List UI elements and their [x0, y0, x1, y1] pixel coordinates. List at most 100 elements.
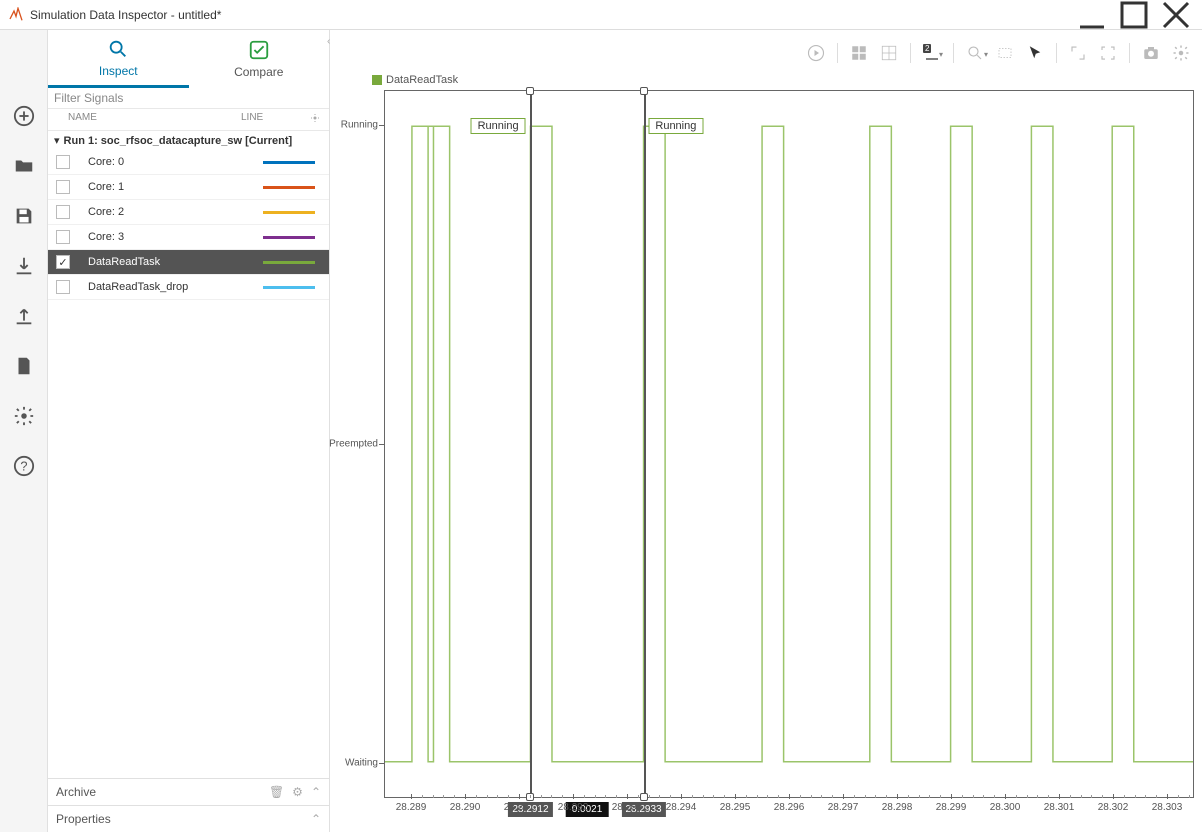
import-button[interactable]: [8, 250, 40, 282]
signal-row[interactable]: Core: 1: [48, 175, 329, 200]
x-tick-label: 28.298: [882, 802, 913, 813]
x-tick-label: 28.300: [990, 802, 1021, 813]
titlebar: Simulation Data Inspector - untitled*: [0, 0, 1202, 30]
chevron-up-icon[interactable]: ⌃: [311, 785, 321, 799]
signal-panel: ‹ Inspect Compare Filter Signals NAME LI…: [48, 30, 330, 832]
x-tick-label: 28.302: [1098, 802, 1129, 813]
open-folder-button[interactable]: [8, 150, 40, 182]
add-button[interactable]: [8, 100, 40, 132]
signal-line-swatch: [263, 211, 315, 214]
layout-grid-button[interactable]: [846, 40, 872, 66]
trash-icon[interactable]: 🗑: [269, 785, 284, 799]
signal-line-swatch: [263, 236, 315, 239]
signal-checkbox[interactable]: [56, 230, 70, 244]
zoom-rect-button[interactable]: [992, 40, 1018, 66]
x-tick-label: 28.295: [720, 802, 751, 813]
column-name: NAME: [54, 112, 241, 127]
cursor-2[interactable]: [644, 91, 646, 797]
cursor-value-box: Running: [648, 118, 703, 134]
cursor-handle[interactable]: [640, 87, 648, 95]
preferences-button[interactable]: [1168, 40, 1194, 66]
x-tick-label: 28.291: [504, 802, 535, 813]
x-tick-label: 28.292: [558, 802, 589, 813]
signal-checkbox[interactable]: [56, 180, 70, 194]
subplot-button[interactable]: [876, 40, 902, 66]
cursor-count-button[interactable]: 2▾: [919, 40, 945, 66]
panel-tabs: Inspect Compare: [48, 30, 329, 88]
signal-checkbox[interactable]: [56, 155, 70, 169]
caret-down-icon: ▾: [54, 134, 60, 147]
filter-signals-input[interactable]: Filter Signals: [48, 88, 329, 109]
signal-checkbox[interactable]: [56, 255, 70, 269]
plot[interactable]: Running28.2912Running28.29330.0021: [384, 90, 1194, 798]
gear-icon[interactable]: ⚙: [292, 785, 303, 799]
matlab-logo-icon: [8, 7, 24, 23]
export-button[interactable]: [8, 300, 40, 332]
run-label: Run 1: soc_rfsoc_datacapture_sw [Current…: [64, 135, 293, 147]
y-axis: Running Preempted Waiting: [330, 90, 384, 798]
x-tick-label: 28.303: [1152, 802, 1183, 813]
signal-checkbox[interactable]: [56, 280, 70, 294]
pointer-button[interactable]: [1022, 40, 1048, 66]
signal-row[interactable]: Core: 2: [48, 200, 329, 225]
close-button[interactable]: [1158, 3, 1194, 27]
signal-row[interactable]: DataReadTask: [48, 250, 329, 275]
tab-inspect[interactable]: Inspect: [48, 30, 189, 88]
signal-row[interactable]: Core: 3: [48, 225, 329, 250]
x-tick-label: 28.290: [450, 802, 481, 813]
minimize-button[interactable]: [1074, 3, 1110, 27]
table-settings-icon[interactable]: [309, 112, 323, 127]
signal-trace: [385, 91, 1193, 797]
new-file-button[interactable]: [8, 350, 40, 382]
x-tick-label: 28.301: [1044, 802, 1075, 813]
snapshot-button[interactable]: [1138, 40, 1164, 66]
y-tick-label: Running: [341, 120, 378, 131]
tab-compare[interactable]: Compare: [189, 30, 330, 88]
window-controls: [1074, 3, 1194, 27]
left-icon-strip: ?: [0, 30, 48, 832]
signal-checkbox[interactable]: [56, 205, 70, 219]
svg-text:?: ?: [20, 459, 27, 474]
x-tick-label: 28.294: [666, 802, 697, 813]
signal-row[interactable]: DataReadTask_drop: [48, 275, 329, 300]
window-title: Simulation Data Inspector - untitled*: [30, 8, 1074, 22]
plot-wrap: Running Preempted Waiting Running28.2912Ru…: [330, 90, 1202, 832]
signal-line-swatch: [263, 161, 315, 164]
cursor-handle[interactable]: [526, 87, 534, 95]
signal-row[interactable]: Core: 0: [48, 150, 329, 175]
signal-name: DataReadTask: [74, 256, 263, 268]
signal-list: Core: 0 Core: 1 Core: 2 Core: 3 DataRead…: [48, 150, 329, 300]
zoom-button[interactable]: ▾: [962, 40, 988, 66]
search-icon: [107, 38, 129, 60]
chart-legend: DataReadTask: [330, 70, 1202, 90]
x-axis: 28.289 28.290 28.291 28.292 28.293 28.294 28.2…: [384, 798, 1194, 820]
check-icon: [248, 39, 270, 61]
fit-expand-button[interactable]: [1065, 40, 1091, 66]
archive-section[interactable]: Archive 🗑 ⚙ ⌃: [48, 778, 329, 805]
help-button[interactable]: ?: [8, 450, 40, 482]
x-tick-label: 28.296: [774, 802, 805, 813]
signal-line-swatch: [263, 261, 315, 264]
play-button[interactable]: [803, 40, 829, 66]
y-tick-label: Waiting: [345, 757, 378, 768]
tab-inspect-label: Inspect: [99, 64, 138, 78]
legend-swatch: [372, 75, 382, 85]
x-tick-label: 28.293: [612, 802, 643, 813]
signal-table-header: NAME LINE: [48, 109, 329, 131]
signal-line-swatch: [263, 186, 315, 189]
run-row[interactable]: ▾ Run 1: soc_rfsoc_datacapture_sw [Curre…: [48, 131, 329, 150]
properties-section[interactable]: Properties ⌃: [48, 805, 329, 832]
y-tick-label: Preempted: [329, 439, 378, 450]
settings-button[interactable]: [8, 400, 40, 432]
signal-name: Core: 2: [74, 206, 263, 218]
chevron-up-icon[interactable]: ⌃: [311, 812, 321, 826]
signal-name: Core: 3: [74, 231, 263, 243]
x-tick-label: 28.289: [396, 802, 427, 813]
cursor-1[interactable]: [530, 91, 532, 797]
chart-area: 2▾ ▾ DataReadTask Running Preempted Waitin…: [330, 30, 1202, 832]
signal-name: Core: 0: [74, 156, 263, 168]
save-button[interactable]: [8, 200, 40, 232]
chart-toolbar: 2▾ ▾: [330, 36, 1202, 70]
maximize-button[interactable]: [1116, 3, 1152, 27]
fit-all-button[interactable]: [1095, 40, 1121, 66]
